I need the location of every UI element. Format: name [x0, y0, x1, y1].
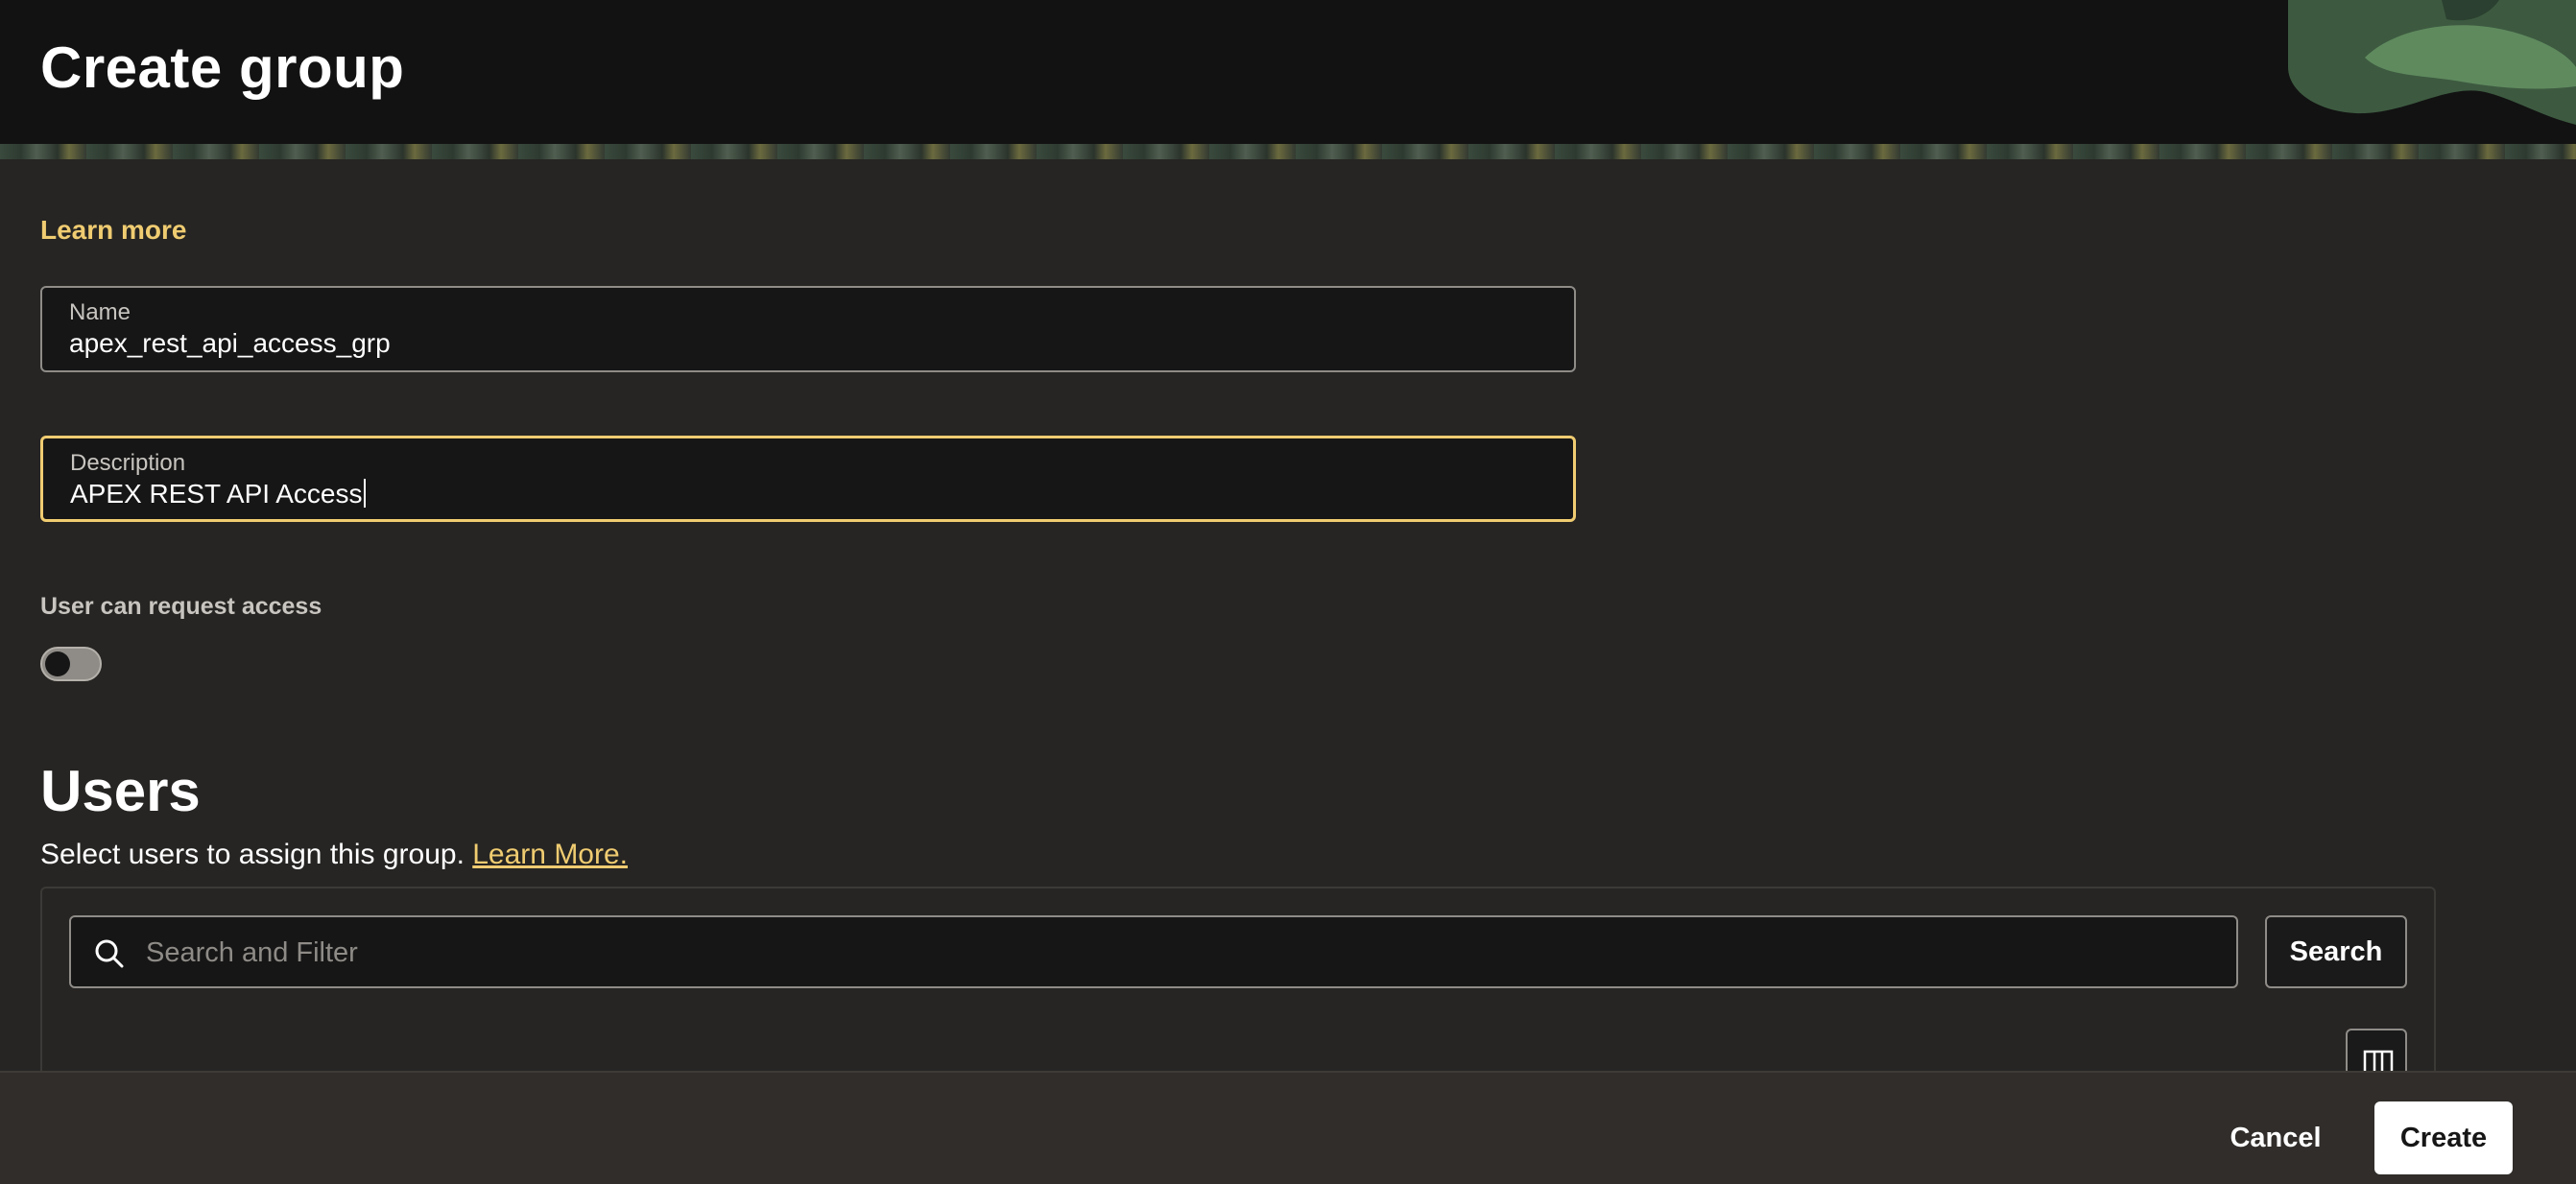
page-header: Create group — [0, 0, 2576, 159]
users-section-title: Users — [40, 759, 201, 823]
search-input[interactable] — [146, 919, 2209, 986]
header-decoration — [2288, 0, 2576, 125]
search-box[interactable] — [69, 915, 2238, 988]
create-group-page: Create group Learn more Name apex_rest_a… — [0, 0, 2576, 1184]
name-field-value[interactable]: apex_rest_api_access_grp — [69, 328, 391, 359]
description-field-value-wrap[interactable]: APEX REST API Access — [70, 479, 366, 509]
name-field[interactable]: Name apex_rest_api_access_grp — [40, 286, 1576, 372]
users-learn-more-link[interactable]: Learn More. — [472, 839, 628, 870]
cancel-button[interactable]: Cancel — [2204, 1101, 2348, 1174]
description-field[interactable]: Description APEX REST API Access — [40, 436, 1576, 522]
users-description-text: Select users to assign this group. — [40, 839, 465, 870]
request-access-toggle[interactable] — [40, 647, 102, 681]
footer-bar: Cancel Create — [0, 1071, 2576, 1184]
search-icon — [95, 939, 124, 968]
create-button[interactable]: Create — [2374, 1101, 2513, 1174]
page-title: Create group — [40, 36, 405, 100]
request-access-label: User can request access — [40, 593, 322, 620]
name-field-label: Name — [69, 299, 131, 325]
users-section-description: Select users to assign this group. Learn… — [40, 839, 628, 871]
header-pattern-band — [0, 144, 2576, 159]
learn-more-link[interactable]: Learn more — [40, 215, 187, 246]
text-caret — [363, 479, 366, 508]
description-field-label: Description — [70, 450, 186, 476]
description-field-value[interactable]: APEX REST API Access — [70, 479, 363, 509]
search-button[interactable]: Search — [2265, 915, 2407, 988]
toggle-knob — [45, 651, 70, 676]
